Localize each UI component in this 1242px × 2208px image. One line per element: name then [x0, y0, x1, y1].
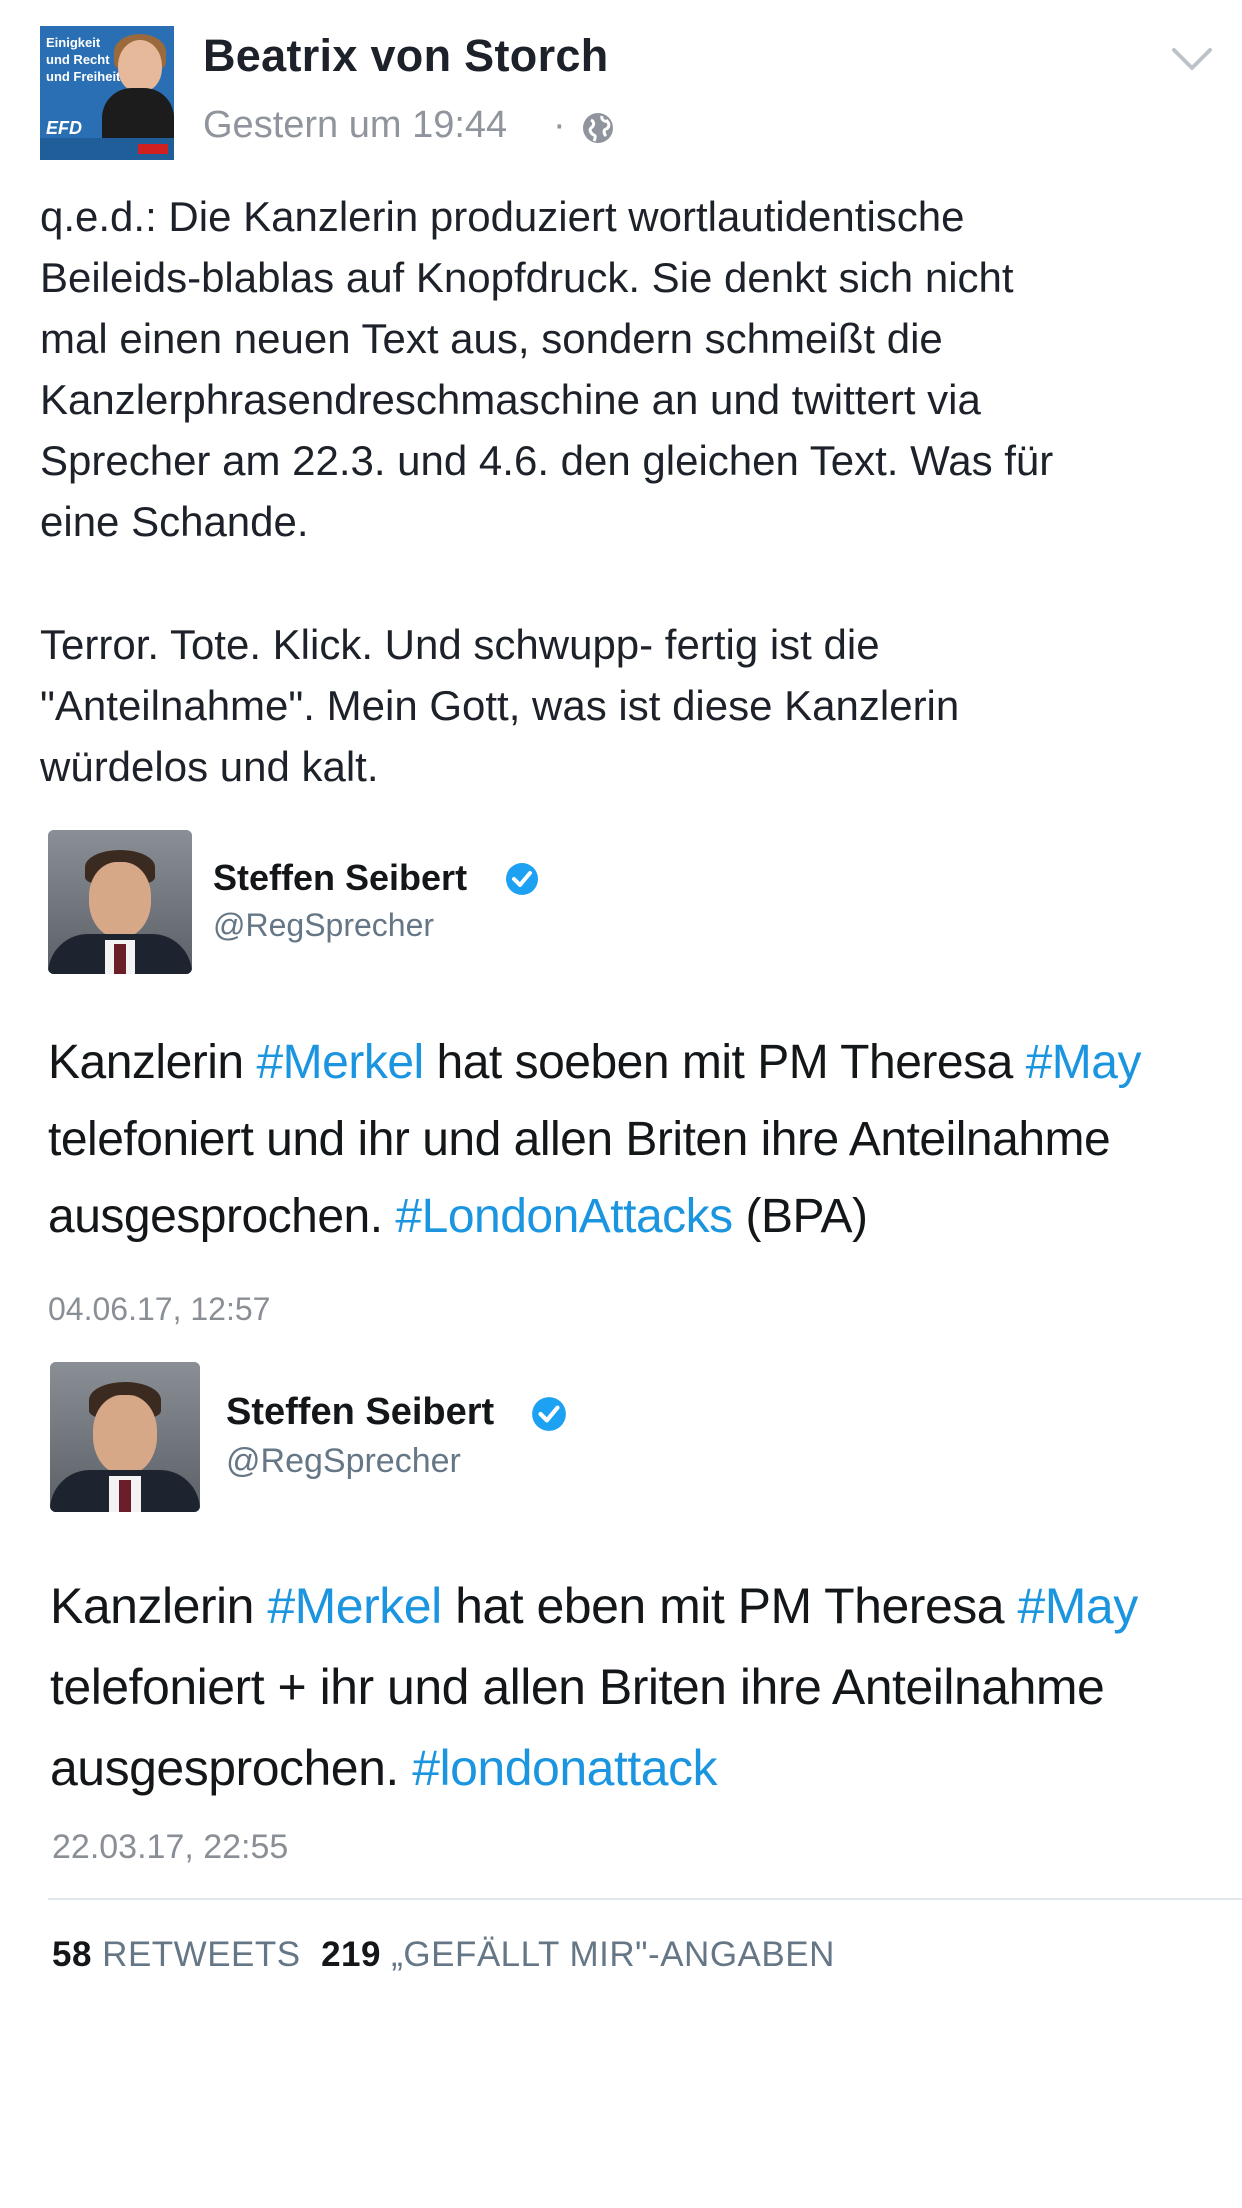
verified-badge-icon — [506, 863, 538, 895]
hashtag-link[interactable]: #LondonAttacks — [395, 1190, 733, 1243]
tweet-text-line: telefoniert + ihr und allen Briten ihre … — [50, 1659, 1105, 1715]
tweet-text-line: Kanzlerin #Merkel hat soeben mit PM Ther… — [48, 1036, 1142, 1089]
tweet-text-line: ausgesprochen. #londonattack — [50, 1740, 718, 1796]
post-text-line: mal einen neuen Text aus, sondern schmei… — [40, 315, 943, 362]
chevron-down-icon[interactable] — [1170, 44, 1214, 74]
likes-label[interactable]: „GEFÄLLT MIR"-ANGABEN — [391, 1935, 835, 1974]
stats-divider — [48, 1898, 1242, 1900]
avatar-badge: EFD — [46, 118, 82, 138]
tweet-author-avatar[interactable] — [50, 1362, 200, 1512]
author-name[interactable]: Beatrix von Storch — [203, 30, 609, 82]
tweet-author-handle[interactable]: @RegSprecher — [213, 907, 434, 944]
post-text-line: eine Schande. — [40, 498, 309, 545]
tweet-text-line: ausgesprochen. #LondonAttacks (BPA) — [48, 1190, 868, 1243]
verified-badge-icon — [532, 1397, 566, 1431]
hashtag-link[interactable]: #Merkel — [256, 1036, 424, 1089]
hashtag-link[interactable]: #May — [1026, 1036, 1142, 1089]
post-text-line: Beileids-blablas auf Knopfdruck. Sie den… — [40, 254, 1014, 301]
hashtag-link[interactable]: #Merkel — [267, 1578, 442, 1634]
globe-icon — [583, 113, 613, 143]
tweet-date[interactable]: 04.06.17, 12:57 — [48, 1291, 270, 1328]
post-text-line: Sprecher am 22.3. und 4.6. den gleichen … — [40, 437, 1054, 484]
post-text-line: Kanzlerphrasendreschmaschine an und twit… — [40, 376, 981, 423]
tweet-author-avatar[interactable] — [48, 830, 192, 974]
avatar-slogan: Einigkeit und Recht und Freiheit! — [46, 35, 125, 84]
post-text-line: q.e.d.: Die Kanzlerin produziert wortlau… — [40, 193, 965, 240]
tweet-author-name[interactable]: Steffen Seibert — [213, 857, 467, 899]
hashtag-link[interactable]: #londonattack — [412, 1740, 717, 1796]
hashtag-link[interactable]: #May — [1017, 1578, 1138, 1634]
tweet-stats: 58 RETWEETS 219 „GEFÄLLT MIR"-ANGABEN — [52, 1935, 835, 1975]
post-text-line: würdelos und kalt. — [40, 743, 379, 790]
post-text-line: "Anteilnahme". Mein Gott, was ist diese … — [40, 682, 960, 729]
likes-count[interactable]: 219 — [321, 1935, 381, 1974]
post-timestamp[interactable]: Gestern um 19:44 — [203, 104, 507, 147]
post-text-line: Terror. Tote. Klick. Und schwupp- fertig… — [40, 621, 880, 668]
tweet-author-name[interactable]: Steffen Seibert — [226, 1391, 494, 1434]
meta-separator: · — [553, 104, 566, 146]
tweet-date[interactable]: 22.03.17, 22:55 — [52, 1828, 288, 1867]
tweet-text-line: Kanzlerin #Merkel hat eben mit PM Theres… — [50, 1578, 1138, 1634]
retweets-label[interactable]: RETWEETS — [102, 1935, 300, 1974]
author-avatar[interactable]: Einigkeit und Recht und Freiheit! EFD — [40, 26, 174, 160]
retweets-count[interactable]: 58 — [52, 1935, 92, 1974]
tweet-author-handle[interactable]: @RegSprecher — [226, 1442, 461, 1481]
tweet-text-line: telefoniert und ihr und allen Briten ihr… — [48, 1113, 1111, 1166]
